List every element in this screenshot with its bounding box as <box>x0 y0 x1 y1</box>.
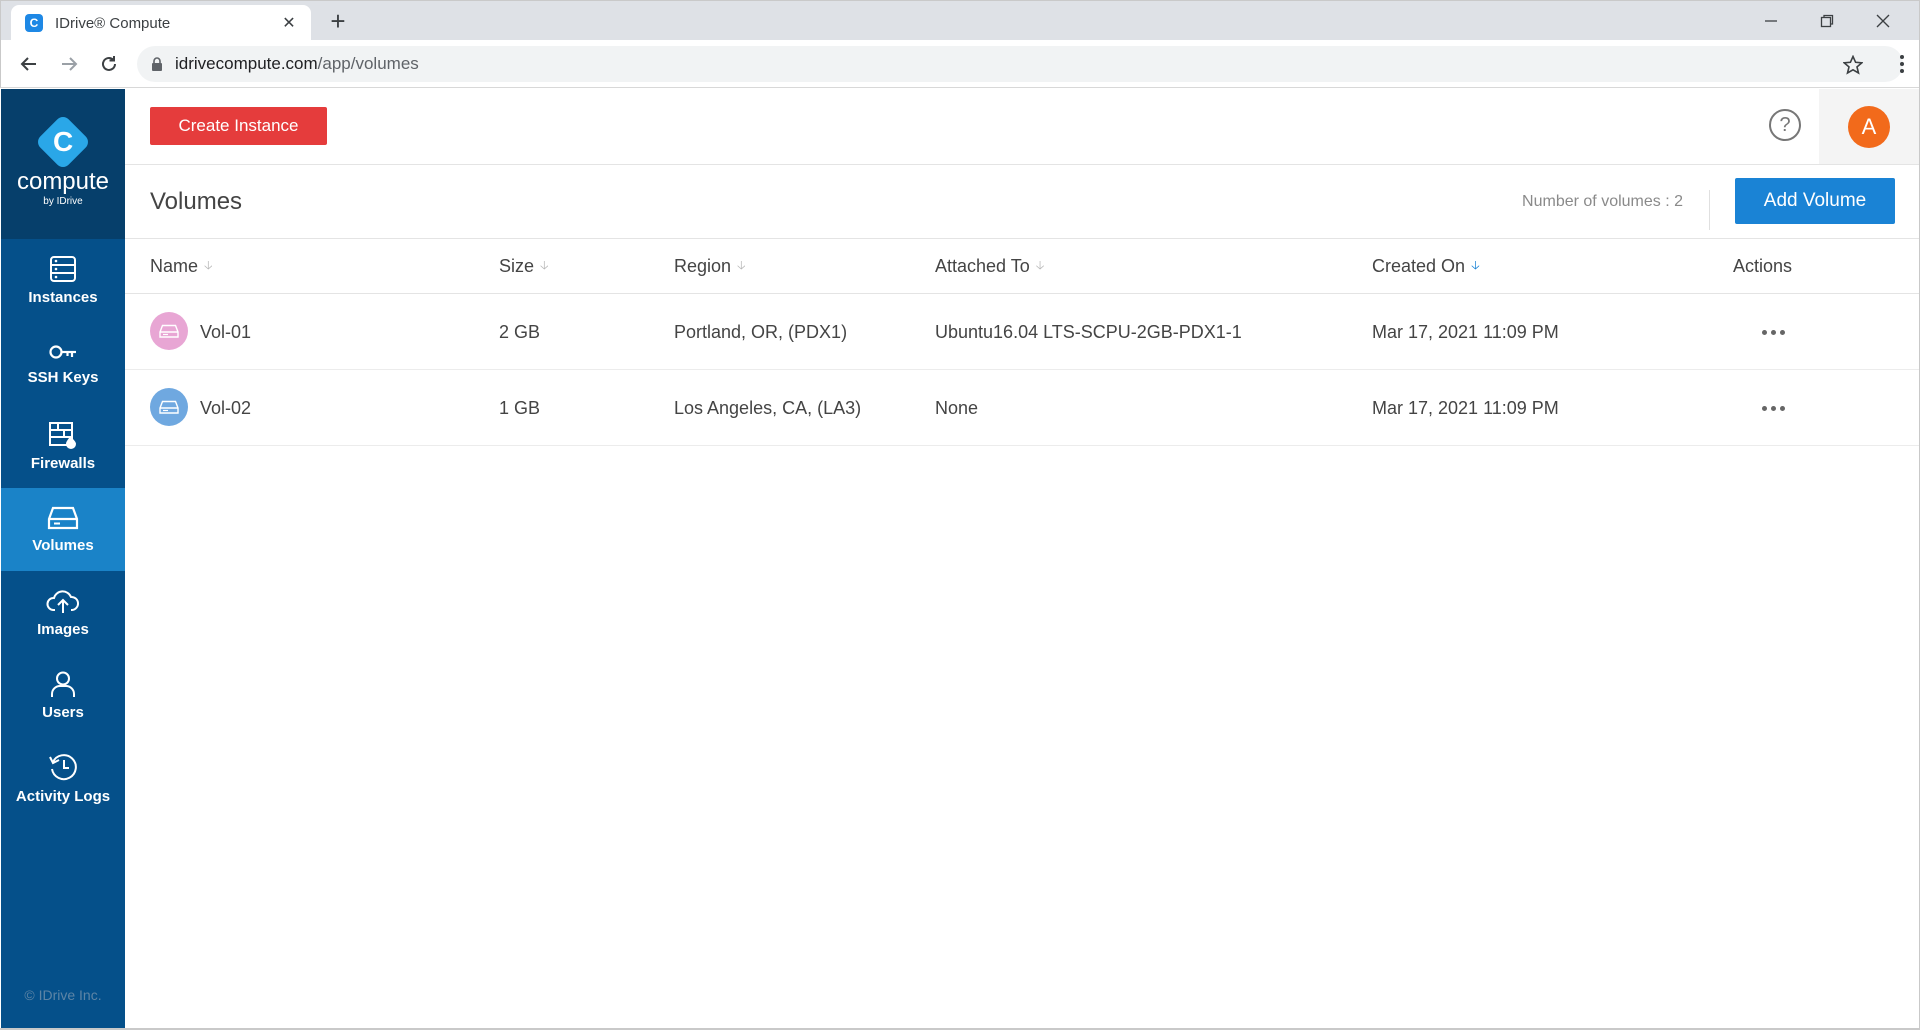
sidebar-item-label: Instances <box>28 289 98 306</box>
browser-toolbar: idrivecompute.com/app/volumes <box>0 40 1920 88</box>
column-label: Created On <box>1372 256 1466 276</box>
restore-icon <box>1820 14 1834 28</box>
volume-icon <box>47 506 79 530</box>
sidebar-item-images[interactable]: Images <box>1 571 125 654</box>
sidebar-item-label: Images <box>37 621 89 638</box>
column-label: Attached To <box>935 256 1030 276</box>
copyright-text: © IDrive Inc. <box>24 987 102 1003</box>
volume-name[interactable]: Vol-02 <box>200 398 251 419</box>
column-label: Region <box>674 256 732 276</box>
sidebar-item-instances[interactable]: Instances <box>1 239 125 322</box>
sidebar-item-label: Users <box>42 704 84 721</box>
close-icon <box>1876 14 1890 28</box>
add-volume-button[interactable]: Add Volume <box>1735 178 1895 224</box>
volume-attached-to: None <box>935 398 979 418</box>
sidebar-item-firewalls[interactable]: Firewalls <box>1 405 125 488</box>
logo-text: compute <box>16 167 110 195</box>
avatar-container: A <box>1819 89 1919 164</box>
page-title: Volumes <box>150 188 243 215</box>
table-row[interactable]: Vol-01 2 GB Portland, OR, (PDX1) Ubuntu1… <box>125 294 1919 370</box>
volume-size: 1 GB <box>499 398 541 418</box>
minimize-window-button[interactable] <box>1743 1 1799 41</box>
key-icon <box>49 345 76 359</box>
column-label: Name <box>150 256 199 276</box>
arrow-left-icon <box>20 57 36 71</box>
instances-icon <box>50 256 76 282</box>
arrow-right-icon <box>62 57 78 71</box>
column-header-size[interactable]: Size 🡣 <box>499 256 549 277</box>
column-header-name[interactable]: Name 🡣 <box>150 256 213 277</box>
column-header-region[interactable]: Region 🡣 <box>674 256 746 277</box>
reload-icon <box>102 56 116 71</box>
column-label: Size <box>499 256 535 276</box>
browser-tab-strip: C IDrive® Compute ✕ + <box>0 0 1920 41</box>
back-button[interactable] <box>13 48 45 80</box>
user-icon <box>51 671 75 697</box>
sort-arrow-icon: 🡣 <box>1035 258 1045 272</box>
compute-logo-icon: C <box>34 113 92 170</box>
url-path: /app/volumes <box>317 54 419 73</box>
sidebar: C compute by IDrive Instances SSH Keys F… <box>1 89 125 1029</box>
browser-tab[interactable]: C IDrive® Compute ✕ <box>11 5 311 41</box>
volume-row-icon <box>150 388 188 426</box>
cloud-upload-icon <box>46 590 79 613</box>
sidebar-item-volumes[interactable]: Volumes <box>1 488 125 571</box>
column-header-created-on[interactable]: Created On 🡣 <box>1372 256 1480 277</box>
volume-size: 2 GB <box>499 322 541 342</box>
idrive-favicon-icon: C <box>25 14 43 32</box>
volume-count: Number of volumes : 2 <box>1522 190 1710 230</box>
url-text: idrivecompute.com/app/volumes <box>175 54 419 74</box>
page-header: Volumes Number of volumes : 2 Add Volume <box>125 165 1919 239</box>
logo-subtext: by IDrive <box>43 195 83 207</box>
table-row[interactable]: Vol-02 1 GB Los Angeles, CA, (LA3) None … <box>125 370 1919 446</box>
sidebar-item-label: SSH Keys <box>27 369 99 386</box>
volume-region: Los Angeles, CA, (LA3) <box>674 398 862 418</box>
new-tab-button[interactable]: + <box>323 7 353 37</box>
help-icon[interactable]: ? <box>1769 109 1801 141</box>
bookmark-star-icon[interactable] <box>1842 54 1864 80</box>
browser-menu-icon[interactable] <box>1899 54 1905 79</box>
history-icon <box>49 754 77 781</box>
sort-arrow-active-icon: 🡣 <box>1471 258 1480 272</box>
sort-arrow-icon: 🡣 <box>540 258 549 272</box>
column-header-actions: Actions <box>1733 256 1792 277</box>
sort-arrow-icon: 🡣 <box>737 258 746 272</box>
firewall-icon <box>49 422 76 449</box>
sidebar-item-label: Volumes <box>32 537 94 554</box>
url-host: idrivecompute.com <box>175 54 318 73</box>
lock-icon <box>152 57 162 71</box>
forward-button[interactable] <box>53 48 85 80</box>
sidebar-item-label: Firewalls <box>30 455 96 472</box>
top-bar: Create Instance ? A <box>125 89 1919 165</box>
close-tab-icon[interactable]: ✕ <box>279 13 299 33</box>
restore-window-button[interactable] <box>1799 1 1855 41</box>
tab-title: IDrive® Compute <box>55 14 171 32</box>
row-actions-menu[interactable] <box>1753 320 1793 344</box>
volume-name[interactable]: Vol-01 <box>200 322 251 343</box>
sidebar-item-ssh-keys[interactable]: SSH Keys <box>1 322 125 405</box>
volume-created-on: Mar 17, 2021 11:09 PM <box>1372 322 1559 342</box>
column-label: Actions <box>1733 256 1793 276</box>
volume-region: Portland, OR, (PDX1) <box>674 322 848 342</box>
close-window-button[interactable] <box>1855 1 1911 41</box>
column-header-attached-to[interactable]: Attached To 🡣 <box>935 256 1044 277</box>
address-bar[interactable]: idrivecompute.com/app/volumes <box>137 46 1903 82</box>
minimize-icon <box>1765 20 1777 22</box>
sort-arrow-icon: 🡣 <box>204 258 213 272</box>
volume-row-icon <box>150 312 188 350</box>
volume-created-on: Mar 17, 2021 11:09 PM <box>1372 398 1559 418</box>
volume-attached-to: Ubuntu16.04 LTS-SCPU-2GB-PDX1-1 <box>935 322 1242 342</box>
row-actions-menu[interactable] <box>1753 396 1793 420</box>
sidebar-item-label: Activity Logs <box>15 788 111 805</box>
avatar[interactable]: A <box>1848 105 1890 148</box>
reload-button[interactable] <box>93 48 125 80</box>
sidebar-item-users[interactable]: Users <box>1 654 125 737</box>
sidebar-item-activity-logs[interactable]: Activity Logs <box>1 737 125 820</box>
create-instance-button[interactable]: Create Instance <box>150 107 327 145</box>
table-header: Name 🡣 Size 🡣 Region 🡣 Attached To 🡣 Created… <box>125 239 1919 294</box>
logo[interactable]: C compute by IDrive <box>1 89 125 239</box>
